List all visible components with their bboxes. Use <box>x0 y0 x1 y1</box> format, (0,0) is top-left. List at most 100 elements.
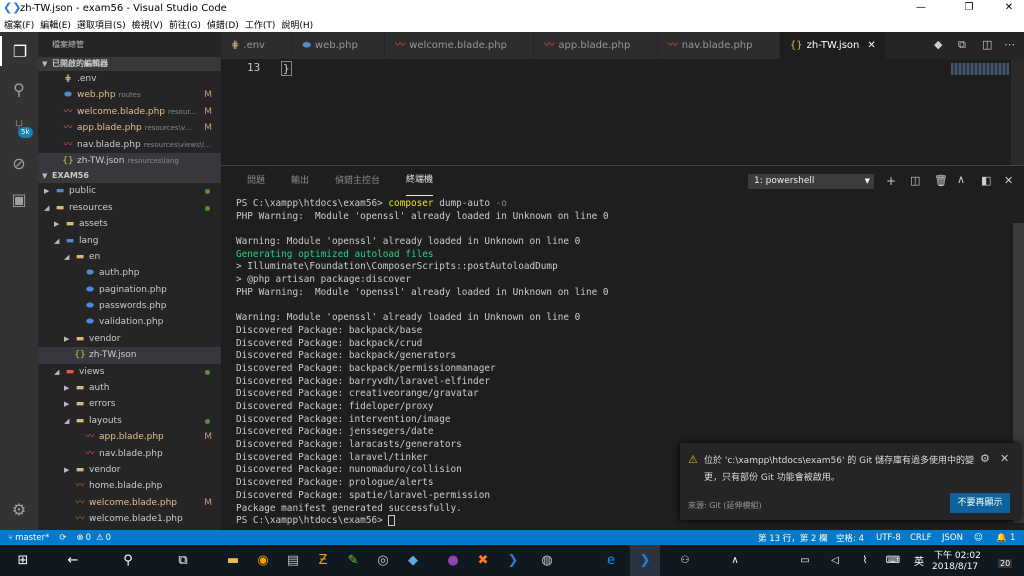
tab-app-blade-php[interactable]: 〰app.blade.php✕ <box>534 32 658 59</box>
maximize-panel-icon[interactable]: ◧ <box>981 174 991 187</box>
gear-icon[interactable]: ⚙ <box>0 494 38 524</box>
split-editor-icon[interactable]: ◫ <box>982 38 992 51</box>
open-changes-icon[interactable]: ◆ <box>934 38 942 51</box>
tree-file[interactable]: 〰 home.blade.php <box>38 478 221 494</box>
gear-icon[interactable]: ⚙ <box>980 452 990 465</box>
filezilla-icon[interactable]: Ƶ <box>308 545 338 576</box>
tray-chevron-icon[interactable]: ∧ <box>720 545 750 576</box>
search-icon[interactable]: ⚲ <box>113 545 143 576</box>
tree-file[interactable]: {} zh-TW.json <box>38 347 221 364</box>
clock-time[interactable]: 下午 02:02 <box>934 548 981 561</box>
close-panel-icon[interactable]: ✕ <box>1004 174 1013 187</box>
maximize-icon[interactable]: ❐ <box>954 0 984 16</box>
tab-problems[interactable]: 問題 <box>247 166 265 196</box>
tree-folder[interactable]: ◢ ▬ lang <box>38 233 221 249</box>
bell-icon[interactable]: 🔔 <box>996 533 1007 543</box>
tab-output[interactable]: 輸出 <box>291 166 309 196</box>
menu-go[interactable]: 前往(G) <box>169 18 201 31</box>
extensions-icon[interactable]: ▣ <box>0 184 38 214</box>
open-editor-item[interactable]: 〰 app.blade.php resources\v... M <box>38 120 221 136</box>
back-icon[interactable]: ← <box>58 545 88 576</box>
explorer-icon[interactable]: ❐ <box>0 36 38 66</box>
error-count[interactable]: 0 <box>86 533 91 543</box>
close-icon[interactable]: ✕ <box>1000 452 1009 465</box>
more-actions-icon[interactable]: ⋯ <box>1004 38 1015 51</box>
notification-count[interactable]: 1 <box>1010 533 1015 543</box>
vscode-active-icon[interactable]: ❯ <box>630 545 660 576</box>
vscode-icon[interactable]: ❯ <box>498 545 528 576</box>
tree-folder[interactable]: ▶ ▬ assets <box>38 216 221 232</box>
tree-file[interactable]: ⬬ passwords.php <box>38 298 221 314</box>
ime-indicator[interactable]: 英 <box>904 545 934 576</box>
xampp-icon[interactable]: ✖ <box>468 545 498 576</box>
language-mode[interactable]: JSON <box>942 533 963 543</box>
close-tab-icon[interactable]: ✕ <box>867 40 875 51</box>
file-explorer-icon[interactable]: ▬ <box>218 545 248 576</box>
dont-show-again-button[interactable]: 不要再顯示 <box>950 493 1010 513</box>
battery-icon[interactable]: ▭ <box>790 545 820 576</box>
tree-folder[interactable]: ▶ ▬ vendor <box>38 331 221 347</box>
tree-folder[interactable]: ▶ ▬ public <box>38 183 221 199</box>
encoding[interactable]: UTF-8 <box>876 533 901 543</box>
pencil-app-icon[interactable]: ◆ <box>398 545 428 576</box>
tab-web-php[interactable]: ⬬web.php✕ <box>292 32 386 59</box>
chrome-icon[interactable]: ◍ <box>532 545 562 576</box>
app-icon[interactable]: ◎ <box>368 545 398 576</box>
minimize-icon[interactable]: — <box>906 0 936 16</box>
split-terminal-icon[interactable]: ◫ <box>910 174 920 187</box>
menu-debug[interactable]: 偵錯(D) <box>207 18 239 31</box>
chevron-up-icon[interactable]: ∧ <box>957 173 965 186</box>
tree-file[interactable]: 〰 welcome.blade1.php <box>38 511 221 527</box>
project-header[interactable]: ▼ EXAM56 <box>38 169 221 184</box>
people-icon[interactable]: ⚇ <box>670 545 700 576</box>
tab-nav-blade-php[interactable]: 〰nav.blade.php✕ <box>657 32 780 59</box>
task-view-icon[interactable]: ⧉ <box>168 545 198 576</box>
tree-folder[interactable]: ▶ ▬ auth <box>38 380 221 396</box>
tree-folder[interactable]: ▶ ▬ errors <box>38 396 221 412</box>
menu-selection[interactable]: 選取項目(S) <box>77 18 126 31</box>
tree-file[interactable]: 〰 welcome.blade.php M <box>38 495 221 511</box>
tree-folder[interactable]: ◢ ▬ views <box>38 364 221 380</box>
tree-folder[interactable]: ▶ ▬ vendor <box>38 462 221 478</box>
tree-folder[interactable]: ◢ ▬ layouts <box>38 413 221 429</box>
tab-zh-tw-json[interactable]: {} zh-TW.json ✕ <box>779 32 887 59</box>
tree-file[interactable]: 〰 nav.blade.php <box>38 446 221 462</box>
notepad-plus-icon[interactable]: ✎ <box>338 545 368 576</box>
menu-file[interactable]: 檔案(F) <box>4 18 34 31</box>
tab-terminal[interactable]: 終端機 <box>406 166 434 196</box>
tab-debug-console[interactable]: 偵錯主控台 <box>335 166 380 196</box>
clock-date[interactable]: 2018/8/17 <box>932 562 978 572</box>
close-icon[interactable]: ✕ <box>994 0 1024 16</box>
tab-welcome-blade-php[interactable]: 〰welcome.blade.php✕ <box>385 32 535 59</box>
tree-folder[interactable]: ◢ ▬ en <box>38 249 221 265</box>
open-editor-item[interactable]: 〰 welcome.blade.php resour... M <box>38 104 221 120</box>
menu-tasks[interactable]: 工作(T) <box>245 18 276 31</box>
tree-folder[interactable]: ◢ ▬ resources <box>38 200 221 216</box>
code-line[interactable]: } <box>281 61 292 76</box>
debug-icon[interactable]: ⊘ <box>0 148 38 178</box>
menu-help[interactable]: 說明(H) <box>281 18 313 31</box>
chrome-canary-icon[interactable]: ◉ <box>248 545 278 576</box>
windows-start-icon[interactable]: ⊞ <box>8 545 38 576</box>
line-ending[interactable]: CRLF <box>910 533 931 543</box>
menu-view[interactable]: 檢視(V) <box>132 18 163 31</box>
open-editor-item[interactable]: ⬬ web.php routes M <box>38 87 221 103</box>
editor-scrollbar[interactable] <box>1011 59 1024 165</box>
open-editors-header[interactable]: ▼ 已開啟的編輯器 <box>38 57 221 71</box>
warning-count[interactable]: 0 <box>106 533 111 543</box>
tree-file[interactable]: ⬬ validation.php <box>38 314 221 330</box>
tree-file[interactable]: ⬬ pagination.php <box>38 282 221 298</box>
minimap[interactable] <box>951 63 1009 75</box>
volume-icon[interactable]: ◁ <box>820 545 850 576</box>
menu-edit[interactable]: 編輯(E) <box>40 18 71 31</box>
tree-file[interactable]: ⬬ auth.php <box>38 265 221 281</box>
branch-name[interactable]: master* <box>15 533 49 543</box>
cursor-position[interactable]: 第 13 行，第 2 欄 <box>758 532 828 544</box>
network-icon[interactable]: ⌇ <box>850 545 880 576</box>
open-editor-item[interactable]: ⋕ .env <box>38 71 221 87</box>
tree-file[interactable]: 〰 app.blade.php M <box>38 429 221 445</box>
open-preview-icon[interactable]: ⧉ <box>958 38 966 52</box>
store-icon[interactable]: ▤ <box>278 545 308 576</box>
add-terminal-icon[interactable]: + <box>886 174 896 188</box>
editor-area[interactable]: 13 } <box>221 59 1024 165</box>
